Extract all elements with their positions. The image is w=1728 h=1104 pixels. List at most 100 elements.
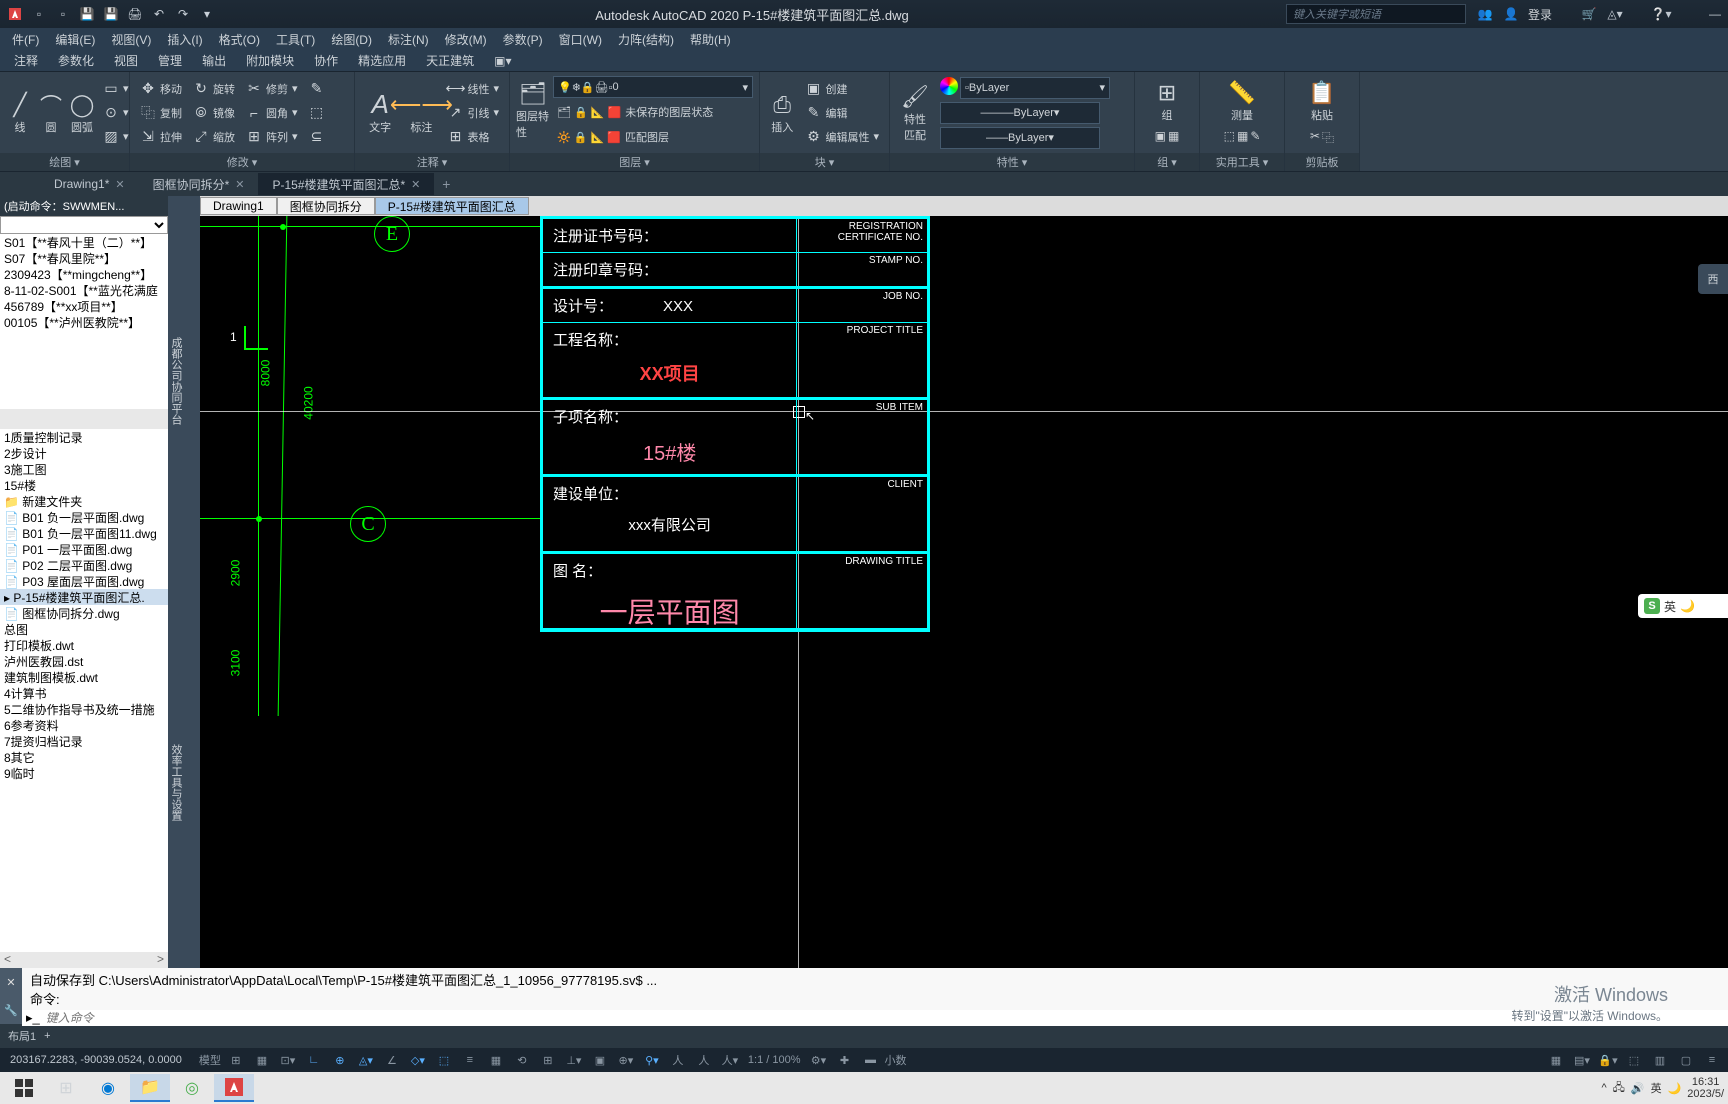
stretch-button[interactable]: ⇲拉伸 [136, 126, 186, 148]
cycle-icon[interactable]: ⟲ [510, 1050, 534, 1070]
tree-item[interactable]: 打印模板.dwt [0, 637, 168, 653]
edge-icon[interactable]: ◉ [88, 1074, 128, 1102]
sheet-icon[interactable]: ▤▾ [1570, 1050, 1594, 1070]
panel-annot-label[interactable]: 注释 ▾ [355, 153, 509, 171]
doctab-frame[interactable]: 图框协同拆分*✕ [139, 173, 259, 195]
vptab-frame[interactable]: 图框协同拆分 [277, 197, 375, 215]
group-ico2[interactable]: ▣ [1155, 129, 1166, 143]
tree-item[interactable]: 泸州医教园.dst [0, 653, 168, 669]
cut-icon[interactable]: ✂ [1310, 129, 1320, 146]
measure-button[interactable]: 📏测量 [1224, 76, 1260, 126]
menu-format[interactable]: 格式(O) [211, 28, 268, 50]
close-icon[interactable]: ✕ [411, 178, 420, 191]
line-button[interactable]: ╱线 [6, 78, 34, 148]
taskview-icon[interactable]: ⊞ [46, 1074, 86, 1102]
doctab-drawing1[interactable]: Drawing1*✕ [40, 173, 139, 195]
cmd-text-input[interactable] [46, 1011, 1724, 1025]
tray-net-icon[interactable]: 🖧 [1613, 1079, 1625, 1098]
copy-button[interactable]: ⿻复制 [136, 102, 186, 124]
project-list[interactable]: S01【**春风十里（二）**】S07【**春风里院**】2309423【**m… [0, 234, 168, 409]
undo-icon[interactable]: ↶ [148, 3, 170, 25]
new-icon[interactable]: ▫ [28, 3, 50, 25]
menu-tool[interactable]: 工具(T) [268, 28, 323, 50]
dyn-icon[interactable]: ⊞ [536, 1050, 560, 1070]
tray-up-icon[interactable]: ^ [1601, 1082, 1606, 1094]
panel-util-label[interactable]: 实用工具 ▾ [1200, 153, 1284, 171]
layout-add-icon[interactable]: + [44, 1030, 50, 1042]
tree-item[interactable]: 3施工图 [0, 461, 168, 477]
autocad-taskbar-icon[interactable] [214, 1074, 254, 1102]
hatch-button[interactable]: ▨▾ [99, 126, 133, 148]
insert-button[interactable]: ⎙插入 [766, 78, 798, 148]
open-icon[interactable]: ▫ [52, 3, 74, 25]
save-icon[interactable]: 💾 [76, 3, 98, 25]
annoscale[interactable]: 人 [666, 1050, 690, 1070]
browser-icon[interactable]: ◎ [172, 1074, 212, 1102]
polar-icon[interactable]: ⊕ [328, 1050, 352, 1070]
lineweight-combo[interactable]: ——— ByLayer ▾ [940, 102, 1100, 124]
ime-indicator[interactable]: S 英 🌙 [1638, 594, 1728, 618]
tree-item[interactable]: 📄 P01 一层平面图.dwg [0, 541, 168, 557]
layer-match-button[interactable]: 🔆 🔒 📐 🟥 匹配图层 [553, 126, 753, 148]
tab-collab[interactable]: 协作 [304, 50, 348, 71]
util-ico2[interactable]: ▦ [1237, 129, 1248, 143]
annoauto[interactable]: 人▾ [718, 1050, 742, 1070]
layer-combo[interactable]: 💡❄🔒🖨▫ 0▾ [553, 76, 753, 98]
cmd-config-icon[interactable]: 🔧 [0, 996, 22, 1024]
share-icon[interactable]: 👥 [1476, 5, 1494, 23]
lock-icon[interactable]: 🔒▾ [1596, 1050, 1620, 1070]
tree-item[interactable]: 5二维协作指导书及统一措施 [0, 701, 168, 717]
tab-tangent[interactable]: 天正建筑 [416, 50, 484, 71]
arc-button[interactable]: ⊙▾ [99, 102, 133, 124]
rotate-button[interactable]: ↻旋转 [189, 78, 239, 100]
ws-icon[interactable]: ✚ [832, 1050, 856, 1070]
tree-item[interactable]: 总图 [0, 621, 168, 637]
vptab-p15[interactable]: P-15#楼建筑平面图汇总 [375, 197, 529, 215]
tree-item[interactable]: 📄 P02 二层平面图.dwg [0, 557, 168, 573]
menu-window[interactable]: 窗口(W) [551, 28, 610, 50]
scale[interactable]: 1:1 / 100% [744, 1050, 805, 1070]
dim-button[interactable]: ⟵⟶标注 [402, 78, 440, 148]
help-icon[interactable]: ❔▾ [1652, 5, 1670, 23]
pline-button[interactable]: ⌒圆 [37, 78, 65, 148]
color-combo[interactable]: ▫ ByLayer▾ [960, 77, 1110, 99]
menu-draw[interactable]: 绘图(D) [323, 28, 380, 50]
viewcube[interactable]: 西 [1698, 264, 1728, 294]
user-icon[interactable]: 👤 [1502, 5, 1520, 23]
add-tab-button[interactable]: + [434, 173, 458, 195]
cart-icon[interactable]: 🛒 [1580, 5, 1598, 23]
scale-button[interactable]: ⤢缩放 [189, 126, 239, 148]
list-item[interactable]: S01【**春风十里（二）**】 [0, 234, 168, 250]
login-button[interactable]: 登录 [1528, 6, 1552, 23]
tree-item[interactable]: 建筑制图模板.dwt [0, 669, 168, 685]
iso-icon[interactable]: ⬚ [1622, 1050, 1646, 1070]
annovis[interactable]: 人 [692, 1050, 716, 1070]
dynucs-icon[interactable]: ⊥▾ [562, 1050, 586, 1070]
panel-group-label[interactable]: 组 ▾ [1135, 153, 1199, 171]
layout1-tab[interactable]: 布局1 [8, 1028, 36, 1044]
matchprops-button[interactable]: 🖌特性 匹配 [896, 78, 934, 148]
isoplane-icon[interactable]: ◬▾ [354, 1050, 378, 1070]
tab-param[interactable]: 参数化 [48, 50, 104, 71]
copy-icon2[interactable]: ⿻ [1322, 129, 1334, 146]
tree-item[interactable]: 📄 P03 屋面层平面图.dwg [0, 573, 168, 589]
sel-icon[interactable]: ▣ [588, 1050, 612, 1070]
close-icon[interactable]: ✕ [235, 178, 244, 191]
drawing-canvas[interactable]: 1 E C 8000 2900 3100 40200 ↖ 注册证书号码：REGI… [200, 216, 1728, 968]
list-item[interactable]: S07【**春风里院**】 [0, 250, 168, 266]
gear-icon[interactable]: ⚙▾ [806, 1050, 830, 1070]
tab-addon[interactable]: 附加模块 [236, 50, 304, 71]
menu-help[interactable]: 帮助(H) [682, 28, 739, 50]
tab-manage[interactable]: 管理 [148, 50, 192, 71]
tree-item[interactable]: 6参考资料 [0, 717, 168, 733]
snap2-icon[interactable]: ⊡▾ [276, 1050, 300, 1070]
vptab-drawing1[interactable]: Drawing1 [200, 197, 277, 215]
menu-param[interactable]: 参数(P) [495, 28, 551, 50]
erase-button[interactable]: ✎ [305, 78, 329, 100]
model-button[interactable]: 模型 [198, 1050, 222, 1070]
trim-button[interactable]: ✂修剪▾ [242, 78, 302, 100]
panel-props-label[interactable]: 特性 ▾ [890, 153, 1134, 171]
app-menu-icon[interactable] [4, 3, 26, 25]
group-button[interactable]: ⊞组 [1149, 76, 1185, 126]
clean-icon[interactable]: ▢ [1674, 1050, 1698, 1070]
